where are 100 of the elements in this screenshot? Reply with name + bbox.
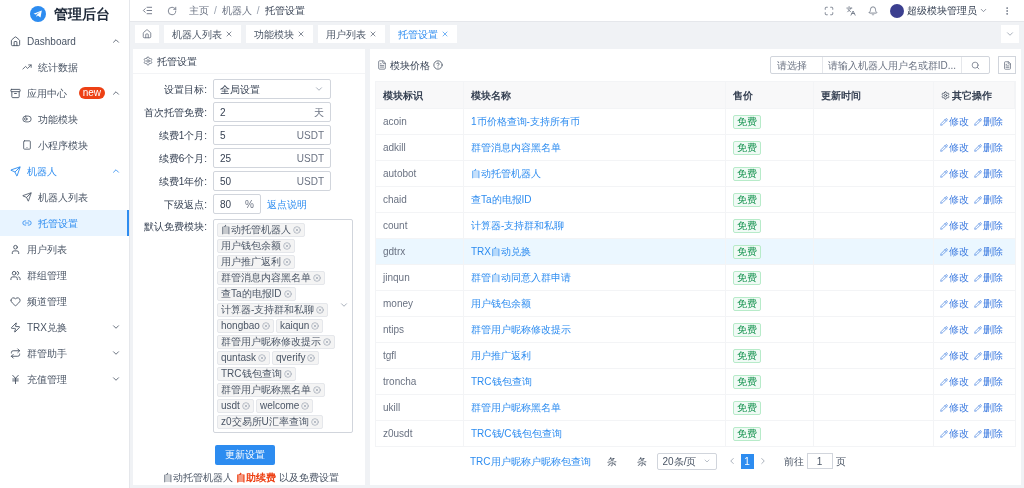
module-name-link[interactable]: 自动托管机器人 [471,166,541,181]
close-icon[interactable] [369,30,377,38]
module-name-link[interactable]: TRX自动兑换 [471,244,531,259]
delete-link[interactable]: 删除 [974,218,1003,233]
remove-icon[interactable] [241,402,250,410]
edit-link[interactable]: 修改 [940,400,969,415]
module-name-link[interactable]: 群管用户昵称修改提示 [471,322,571,337]
remove-icon[interactable] [261,322,270,330]
user-name[interactable]: 超级模块管理员 [907,3,977,18]
page-tab[interactable]: 功能模块 [246,25,313,43]
close-icon[interactable] [225,30,233,38]
close-icon[interactable] [297,30,305,38]
page-tab[interactable]: 托管设置 [390,25,457,43]
remove-icon[interactable] [313,274,321,282]
delete-link[interactable]: 删除 [974,270,1003,285]
edit-link[interactable]: 修改 [940,140,969,155]
delete-link[interactable]: 删除 [974,322,1003,337]
bell-icon[interactable] [868,5,878,16]
edit-link[interactable]: 修改 [940,244,969,259]
update-settings-button[interactable]: 更新设置 [215,444,275,465]
edit-link[interactable]: 修改 [940,426,969,441]
sidebar-group[interactable]: TRX兑换 [0,314,129,340]
page-number[interactable]: 1 [740,453,754,469]
menu-icon[interactable] [142,5,153,16]
delete-link[interactable]: 删除 [974,166,1003,181]
delete-link[interactable]: 删除 [974,114,1003,129]
module-name-link[interactable]: 群管消息内容黑名单 [471,140,561,155]
delete-link[interactable]: 删除 [974,426,1003,441]
module-name-link[interactable]: 查Ta的电报ID [471,192,532,207]
home-tab[interactable] [135,25,159,43]
edit-link[interactable]: 修改 [940,270,969,285]
input-field[interactable]: 2 天 [213,102,331,122]
remove-icon[interactable] [311,322,320,330]
sidebar-item[interactable]: 小程序模块 [0,132,129,158]
remove-icon[interactable] [313,386,321,394]
goto-page-input[interactable]: 1 [806,453,833,469]
sidebar-group[interactable]: 充值管理 [0,366,129,392]
tabs-dropdown-button[interactable] [1001,25,1019,43]
delete-link[interactable]: 删除 [974,348,1003,363]
module-name-link[interactable]: 1币价格查询-支持所有币 [471,114,580,129]
module-name-link[interactable]: 用户钱包余额 [471,296,531,311]
remove-icon[interactable] [323,338,331,346]
edit-link[interactable]: 修改 [940,218,969,233]
multi-select-field[interactable]: 自动托管机器人 用户钱包余额 用户推广返利 群管消息内容黑名单 查Ta的电报ID 计算器-支持群和私聊 hongbao kaiqun 群管用户昵称修改提示 quntask qverify TRC钱包查询 群管用户昵称黑名单 usdt welcome z0交易所U汇率查询 [213,219,353,433]
sidebar-item[interactable]: 统计数据 [0,54,129,80]
page-tab[interactable]: 用户列表 [318,25,385,43]
module-name-link[interactable]: 群管自动同意入群申请 [471,270,571,285]
sidebar-group[interactable]: Dashboard [0,28,129,54]
breadcrumb-item[interactable]: 机器人 [221,3,252,18]
edit-link[interactable]: 修改 [940,114,969,129]
edit-link[interactable]: 修改 [940,322,969,337]
delete-link[interactable]: 删除 [974,296,1003,311]
sidebar-group[interactable]: 应用中心 new [0,80,129,106]
delete-link[interactable]: 删除 [974,140,1003,155]
input-field[interactable]: 80 % [213,194,261,214]
edit-link[interactable]: 修改 [940,348,969,363]
breadcrumb-item[interactable]: 主页 [189,3,209,18]
remove-icon[interactable] [283,370,292,378]
module-name-link[interactable]: 用户推广返利 [471,348,531,363]
remove-icon[interactable] [283,242,291,250]
edit-link[interactable]: 修改 [940,166,969,181]
remove-icon[interactable] [316,306,325,314]
remove-icon[interactable] [301,402,310,410]
sidebar-item[interactable]: 机器人列表 [0,184,129,210]
remove-icon[interactable] [310,418,319,426]
sidebar-item[interactable]: 托管设置 [0,210,129,236]
input-field[interactable]: 50 USDT [213,171,331,191]
remove-icon[interactable] [283,290,292,298]
remove-icon[interactable] [283,258,291,266]
page-size-select[interactable]: 20条/页 [656,452,717,470]
rebate-link[interactable]: 返点说明 [267,196,307,212]
remove-icon[interactable] [307,354,316,362]
input-field[interactable]: 5 USDT [213,125,331,145]
page-tab[interactable]: 机器人列表 [164,25,241,43]
delete-link[interactable]: 删除 [974,244,1003,259]
fullscreen-icon[interactable] [824,5,834,16]
sidebar-group[interactable]: 用户列表 [0,236,129,262]
module-name-link[interactable]: TRC用户昵称户昵称包查询 [470,453,591,469]
remove-icon[interactable] [293,226,301,234]
delete-link[interactable]: 删除 [974,192,1003,207]
module-name-link[interactable]: 群管用户昵称黑名单 [471,400,561,415]
sidebar-group[interactable]: 频道管理 [0,288,129,314]
close-icon[interactable] [441,30,449,38]
remove-icon[interactable] [258,354,267,362]
edit-link[interactable]: 修改 [940,296,969,311]
export-button[interactable] [998,56,1016,74]
language-icon[interactable] [846,5,856,16]
module-name-link[interactable]: TRC钱/C钱包包查询 [471,426,562,441]
sidebar-group[interactable]: 群管助手 [0,340,129,366]
sidebar-group[interactable]: 群组管理 [0,262,129,288]
edit-link[interactable]: 修改 [940,192,969,207]
edit-link[interactable]: 修改 [940,374,969,389]
delete-link[interactable]: 删除 [974,400,1003,415]
select-field[interactable]: 全局设置 [213,79,331,99]
module-name-link[interactable]: TRC钱包查询 [471,374,532,389]
delete-link[interactable]: 删除 [974,374,1003,389]
input-field[interactable]: 25 USDT [213,148,331,168]
avatar[interactable] [890,3,904,18]
module-name-link[interactable]: 计算器-支持群和私聊 [471,218,565,233]
sidebar-group[interactable]: 机器人 [0,158,129,184]
